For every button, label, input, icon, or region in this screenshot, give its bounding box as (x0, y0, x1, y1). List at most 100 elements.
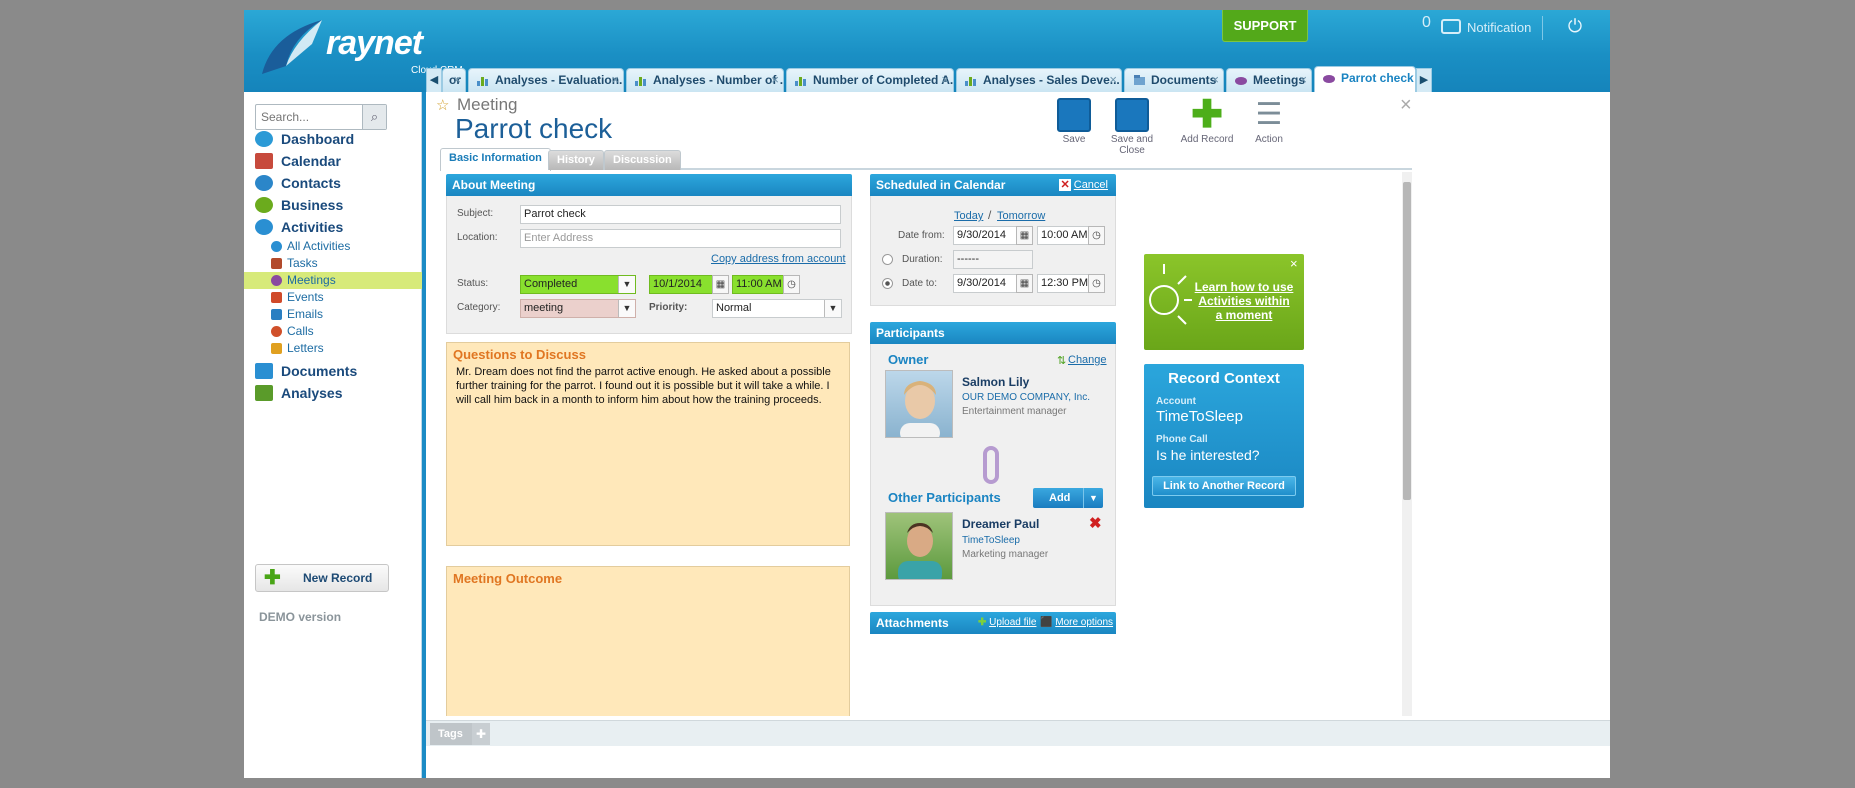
chevron-down-icon[interactable]: ▼ (824, 300, 841, 317)
status-value: Completed (524, 278, 578, 290)
nav-dashboard[interactable]: Dashboard (244, 128, 422, 150)
tab-item[interactable]: Documents × (1124, 68, 1224, 92)
raynet-logo[interactable]: raynet Cloud CRM (248, 12, 463, 80)
clock-icon[interactable]: ◷ (1088, 226, 1105, 245)
calendar-icon[interactable]: ▦ (1016, 274, 1033, 293)
sub-letters[interactable]: Letters (244, 340, 422, 357)
tab-basic-information[interactable]: Basic Information (440, 148, 551, 171)
tab-item[interactable]: Analyses - Sales Deve... × (956, 68, 1122, 92)
sub-calls[interactable]: Calls (244, 323, 422, 340)
link-record-button[interactable]: Link to Another Record (1152, 476, 1296, 496)
sub-meetings[interactable]: Meetings (244, 272, 422, 289)
upload-file-link[interactable]: ✚ Upload file (978, 612, 1036, 634)
tab-item[interactable]: Number of Completed A... × (786, 68, 954, 92)
sub-emails[interactable]: Emails (244, 306, 422, 323)
sub-all-activities[interactable]: All Activities (244, 238, 422, 255)
clock-icon[interactable]: ◷ (783, 275, 800, 294)
sub-tasks[interactable]: Tasks (244, 255, 422, 272)
priority-select[interactable]: Normal ▼ (712, 299, 842, 318)
tomorrow-link[interactable]: Tomorrow (997, 210, 1045, 222)
outcome-note[interactable]: Meeting Outcome (446, 566, 850, 716)
chevron-down-icon[interactable]: ▼ (618, 276, 635, 293)
duration-radio[interactable] (882, 254, 893, 265)
date-to-radio[interactable] (882, 278, 893, 289)
support-button[interactable]: SUPPORT (1222, 10, 1308, 42)
subject-input[interactable]: Parrot check (520, 205, 841, 224)
tab-discussion[interactable]: Discussion (604, 150, 681, 170)
tab-item[interactable]: or × (442, 68, 466, 92)
power-icon[interactable]: ⏻ (1565, 16, 1585, 36)
vertical-scrollbar[interactable] (1402, 172, 1412, 716)
sidebar: ⌕ Dashboard Calendar Contacts Business A… (244, 92, 422, 778)
close-icon[interactable]: × (1109, 69, 1117, 91)
participant-name[interactable]: Dreamer Paul (962, 517, 1039, 531)
today-link[interactable]: Today (954, 210, 983, 222)
add-record-button[interactable]: ✚ Add Record (1180, 96, 1234, 145)
sub-events[interactable]: Events (244, 289, 422, 306)
phone-call-value[interactable]: Is he interested? (1156, 447, 1260, 463)
tab-scroll-left-icon[interactable]: ◀ (426, 68, 442, 92)
sub-label: Meetings (287, 273, 336, 287)
new-record-button[interactable]: ✚ New Record (255, 564, 389, 592)
close-icon[interactable]: × (1290, 256, 1298, 271)
close-icon[interactable]: × (1299, 69, 1307, 91)
clock-icon[interactable]: ◷ (1088, 274, 1105, 293)
status-select[interactable]: Completed ▼ (520, 275, 636, 294)
close-icon[interactable]: × (1211, 69, 1219, 91)
close-icon[interactable]: × (1400, 94, 1412, 117)
more-options-link[interactable]: ⬛ More options (1040, 612, 1113, 634)
nav-business[interactable]: Business (244, 194, 422, 216)
close-icon[interactable]: × (453, 69, 461, 91)
add-tag-icon[interactable]: ✚ (472, 723, 490, 745)
tab-scroll-right-icon[interactable]: ▶ (1416, 68, 1432, 92)
nav-analyses[interactable]: Analyses (244, 382, 422, 404)
nav-calendar[interactable]: Calendar (244, 150, 422, 172)
status-date-input[interactable]: 10/1/2014 (649, 275, 713, 294)
schedule-header: Scheduled in Calendar ✕ Cancel (870, 174, 1116, 196)
status-time-input[interactable]: 11:00 AM (732, 275, 784, 294)
category-select[interactable]: meeting ▼ (520, 299, 636, 318)
chart-icon (965, 77, 976, 86)
close-icon[interactable]: × (771, 69, 779, 91)
chevron-down-icon[interactable]: ▼ (618, 300, 635, 317)
participant-company[interactable]: TimeToSleep (962, 535, 1020, 546)
nav-documents[interactable]: Documents (244, 360, 422, 382)
close-icon[interactable]: × (941, 69, 949, 91)
cancel-schedule-link[interactable]: ✕ Cancel (1059, 174, 1108, 196)
tab-item[interactable]: Analyses - Number of ... × (626, 68, 784, 92)
chevron-down-icon[interactable]: ▼ (1083, 488, 1103, 508)
owner-name[interactable]: Salmon Lily (962, 375, 1029, 389)
remove-participant-icon[interactable]: ✖ (1089, 514, 1102, 532)
date-from-input[interactable]: 9/30/2014 (953, 226, 1017, 245)
time-from-input[interactable]: 10:00 AM (1037, 226, 1089, 245)
account-value[interactable]: TimeToSleep (1156, 408, 1243, 425)
notification-icon[interactable] (1441, 19, 1461, 34)
star-icon[interactable]: ☆ (436, 96, 449, 114)
copy-address-link[interactable]: Copy address from account (711, 253, 846, 265)
tags-button[interactable]: Tags (430, 723, 472, 745)
tab-item-active[interactable]: Parrot check (1314, 66, 1416, 92)
change-owner-link[interactable]: Change (1068, 354, 1107, 366)
tab-history[interactable]: History (548, 150, 604, 170)
search-icon[interactable]: ⌕ (362, 105, 386, 129)
close-icon[interactable]: × (611, 69, 619, 91)
location-input[interactable]: Enter Address (520, 229, 841, 248)
add-participant-button[interactable]: Add ▼ (1033, 488, 1103, 508)
notification-label[interactable]: Notification (1467, 20, 1531, 35)
questions-note[interactable]: Questions to Discuss Mr. Dream does not … (446, 342, 850, 546)
tip-link[interactable]: Learn how to use Activities within a mom… (1194, 280, 1294, 322)
scrollbar-thumb[interactable] (1403, 182, 1411, 500)
duration-input[interactable]: ------ (953, 250, 1033, 269)
nav-activities[interactable]: Activities (244, 216, 422, 238)
save-button[interactable]: Save (1052, 98, 1096, 145)
action-button[interactable]: ☰ Action (1246, 98, 1292, 145)
time-to-input[interactable]: 12:30 PM (1037, 274, 1089, 293)
calendar-icon[interactable]: ▦ (1016, 226, 1033, 245)
calendar-icon[interactable]: ▦ (712, 275, 729, 294)
owner-company[interactable]: OUR DEMO COMPANY, Inc. (962, 392, 1090, 403)
tab-item[interactable]: Meetings × (1226, 68, 1312, 92)
date-to-input[interactable]: 9/30/2014 (953, 274, 1017, 293)
nav-contacts[interactable]: Contacts (244, 172, 422, 194)
search-input[interactable] (256, 105, 360, 129)
tab-item[interactable]: Analyses - Evaluation... × (468, 68, 624, 92)
